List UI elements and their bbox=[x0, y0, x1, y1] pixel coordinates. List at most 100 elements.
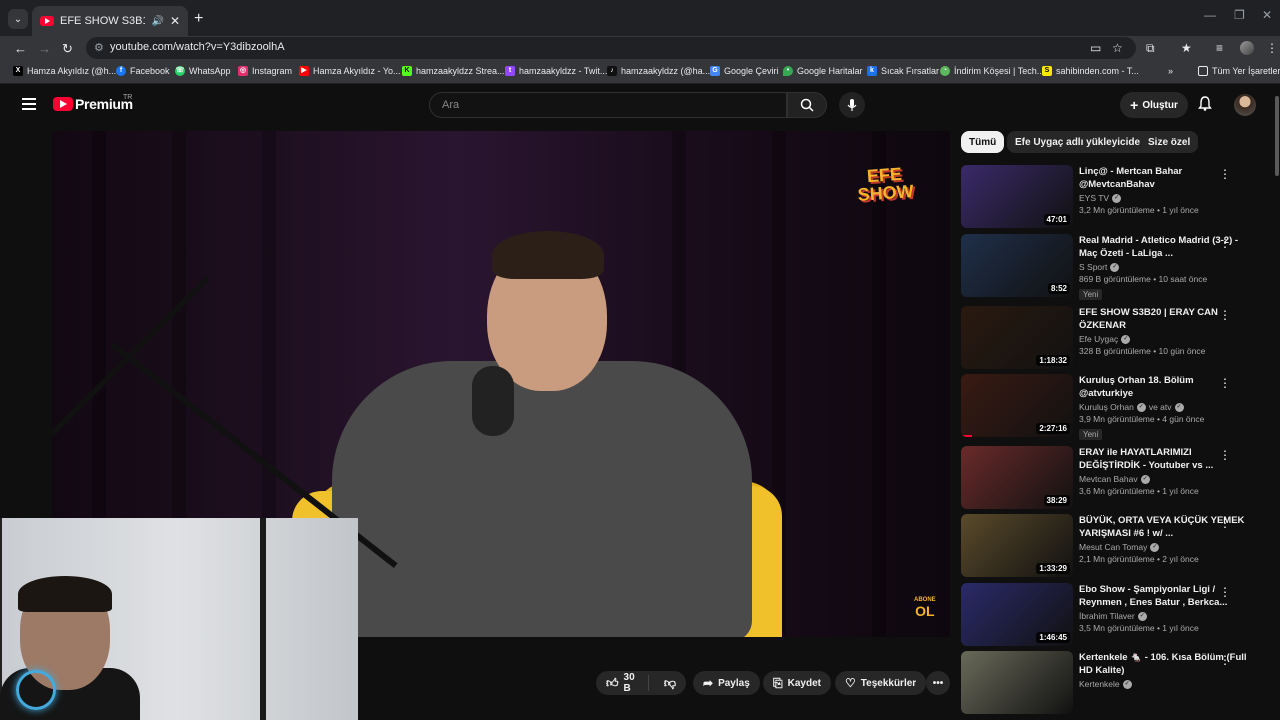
more-options-icon[interactable]: ⋮ bbox=[1219, 167, 1231, 181]
extensions-icon[interactable]: ⧉ bbox=[1146, 41, 1155, 56]
video-stats: 3,2 Mn görüntüleme • 1 yıl önce bbox=[1079, 205, 1199, 215]
recommendation-item[interactable]: 47:01 Linç@ - Mertcan Bahar @MevtcanBahav… bbox=[961, 165, 1261, 229]
address-bar[interactable]: ⚙ youtube.com/watch?v=Y3dibzoolhA ▭ ☆ bbox=[86, 37, 1136, 59]
channel-name[interactable]: Efe Uygaç bbox=[1079, 334, 1118, 344]
bookmark-item[interactable]: f Facebook bbox=[116, 66, 170, 76]
like-button[interactable]: 👍︎ 30 B bbox=[596, 672, 649, 694]
create-button[interactable]: + Oluştur bbox=[1120, 92, 1188, 118]
sahibinden-icon: S bbox=[1042, 66, 1052, 76]
scrollbar[interactable] bbox=[1273, 96, 1280, 686]
video-duration: 38:29 bbox=[1043, 495, 1070, 506]
user-avatar[interactable] bbox=[1234, 94, 1256, 116]
profile-avatar[interactable] bbox=[1240, 41, 1254, 55]
bookmark-item[interactable]: ◔ İndirim Köşesi | Tech... bbox=[940, 66, 1044, 76]
speaker-icon[interactable]: 🔊 bbox=[151, 16, 163, 27]
notifications-bell-icon[interactable] bbox=[1198, 96, 1212, 114]
bookmark-item[interactable]: ☏ WhatsApp bbox=[175, 66, 231, 76]
more-options-icon[interactable]: ⋮ bbox=[1219, 653, 1231, 667]
bookmark-item[interactable]: t hamzaakyldzz - Twit... bbox=[505, 66, 607, 76]
back-arrow-icon[interactable]: ← bbox=[14, 41, 27, 56]
video-duration: 1:33:29 bbox=[1036, 563, 1070, 574]
channel-name[interactable]: EYS TV bbox=[1079, 193, 1109, 203]
site-settings-icon[interactable]: ⚙ bbox=[94, 41, 104, 54]
forward-arrow-icon[interactable]: → bbox=[38, 41, 51, 56]
close-icon[interactable]: ✕ bbox=[170, 14, 180, 28]
bookmark-item[interactable]: ▶ Hamza Akyıldız - Yo... bbox=[299, 66, 401, 76]
video-thumbnail[interactable]: 1:46:45 bbox=[961, 583, 1073, 646]
video-thumbnail[interactable] bbox=[961, 651, 1073, 714]
youtube-icon: ▶ bbox=[299, 66, 309, 76]
channel-name[interactable]: İbrahim Tilaver bbox=[1079, 611, 1135, 621]
bookmark-item[interactable]: Ssahibinden.com - T... bbox=[1042, 66, 1139, 76]
channel-name[interactable]: Mesut Can Tomay bbox=[1079, 542, 1147, 552]
more-options-icon[interactable]: ⋮ bbox=[1219, 516, 1231, 530]
thanks-button[interactable]: ♡ Teşekkürler bbox=[835, 671, 927, 695]
bookmark-item[interactable]: X Hamza Akyıldız (@h... bbox=[13, 66, 116, 76]
restore-icon[interactable]: ❐ bbox=[1234, 8, 1245, 22]
video-thumbnail[interactable]: 38:29 bbox=[961, 446, 1073, 509]
recommendation-item[interactable]: 1:46:45 Ebo Show - Şampiyonlar Ligi / Rey… bbox=[961, 583, 1261, 647]
channel-name[interactable]: Kertenkele bbox=[1079, 679, 1120, 689]
all-bookmarks-folder[interactable]: Tüm Yer İşaretleri bbox=[1198, 66, 1280, 76]
search-button[interactable] bbox=[787, 92, 827, 118]
chip-all[interactable]: Tümü bbox=[961, 131, 1005, 153]
recommendation-item[interactable]: 38:29 ERAY ile HAYATLARIMIZI DEĞİŞTİRDİK … bbox=[961, 446, 1261, 510]
verified-check-icon: ✓ bbox=[1121, 334, 1131, 344]
search-input[interactable]: Ara bbox=[429, 92, 787, 118]
bookmark-item[interactable]: ◎ Instagram bbox=[238, 66, 292, 76]
share-button[interactable]: ➦ Paylaş bbox=[693, 671, 760, 695]
video-thumbnail[interactable]: 1:33:29 bbox=[961, 514, 1073, 577]
window-close-icon[interactable]: ✕ bbox=[1262, 8, 1272, 22]
scrollbar-thumb[interactable] bbox=[1275, 96, 1279, 176]
bookmark-item[interactable]: G Google Çeviri bbox=[710, 66, 779, 76]
minimize-icon[interactable]: — bbox=[1204, 8, 1216, 22]
channel-name[interactable]: Mevtcan Bahav bbox=[1079, 474, 1138, 484]
bookmark-item[interactable]: Khamzaakyldzz Strea... bbox=[402, 66, 505, 76]
more-options-icon[interactable]: ⋮ bbox=[1219, 376, 1231, 390]
more-options-icon[interactable]: ⋮ bbox=[1219, 308, 1231, 322]
channel-name[interactable]: S Sport bbox=[1079, 262, 1107, 272]
more-options-icon[interactable]: ⋮ bbox=[1219, 236, 1231, 250]
channel-name[interactable]: Kuruluş Orhan bbox=[1079, 402, 1134, 412]
channel-extra[interactable]: ve atv bbox=[1149, 402, 1172, 412]
bookmark-item[interactable]: k Sıcak Fırsatlar bbox=[867, 66, 939, 76]
voice-search-button[interactable] bbox=[839, 92, 865, 118]
media-controls-icon[interactable]: ≡ bbox=[1216, 41, 1223, 55]
more-actions-button[interactable]: ••• bbox=[926, 671, 950, 695]
more-options-icon[interactable]: ⋮ bbox=[1219, 585, 1231, 599]
tab-search-button[interactable]: ⌄ bbox=[8, 9, 28, 29]
search-placeholder: Ara bbox=[442, 99, 460, 111]
youtube-logo-icon[interactable] bbox=[53, 97, 73, 111]
browser-tab-active[interactable]: EFE SHOW S3B15 | MERTCA 🔊 ✕ bbox=[32, 6, 188, 36]
bookmark-label: Google Çeviri bbox=[724, 66, 779, 76]
video-thumbnail[interactable]: 8:52 bbox=[961, 234, 1073, 297]
chip-for-you[interactable]: Size özel bbox=[1140, 131, 1199, 153]
video-thumbnail[interactable]: 1:18:32 bbox=[961, 306, 1073, 369]
verified-check-icon: ✓ bbox=[1137, 611, 1147, 621]
bookmark-star-icon[interactable]: ☆ bbox=[1112, 41, 1123, 55]
thanks-heart-icon: ♡ bbox=[845, 676, 856, 690]
subscribe-watermark[interactable]: ABONE OL bbox=[914, 597, 936, 618]
like-dislike-group: 👍︎ 30 B 👎︎ bbox=[596, 671, 686, 695]
dislike-button[interactable]: 👎︎ bbox=[654, 676, 686, 691]
recommendation-item[interactable]: 2:27:16 Kuruluş Orhan 18. Bölüm @atvturki… bbox=[961, 374, 1261, 440]
recommendation-item[interactable]: 8:52 Real Madrid - Atletico Madrid (3-2) … bbox=[961, 234, 1261, 300]
cast-icon[interactable]: ▭ bbox=[1090, 41, 1101, 55]
bookmark-item[interactable]: • Google Haritalar bbox=[783, 66, 863, 76]
bookmarks-icon[interactable]: ★ bbox=[1181, 41, 1192, 55]
video-thumbnail[interactable]: 47:01 bbox=[961, 165, 1073, 228]
recommendation-item[interactable]: 1:33:29 BÜYÜK, ORTA VEYA KÜÇÜK YEMEK YARI… bbox=[961, 514, 1261, 578]
save-button[interactable]: ⎘ Kaydet bbox=[763, 671, 831, 695]
new-tab-button[interactable]: + bbox=[194, 10, 203, 28]
recommendation-item[interactable]: Kertenkele 🐁 - 106. Kısa Bölüm (Full HD … bbox=[961, 651, 1261, 715]
video-thumbnail[interactable]: 2:27:16 bbox=[961, 374, 1073, 437]
bookmarks-overflow-icon[interactable]: » bbox=[1168, 66, 1173, 76]
bookmark-item[interactable]: ♪ hamzaakyldzz (@ha... bbox=[607, 66, 710, 76]
menu-icon[interactable] bbox=[22, 98, 36, 110]
recommendation-item[interactable]: 1:18:32 EFE SHOW S3B20 | ERAY CAN ÖZKENAR… bbox=[961, 306, 1261, 370]
chip-uploader[interactable]: Efe Uygaç adlı yükleyiciden bbox=[1007, 131, 1155, 153]
more-options-icon[interactable]: ⋮ bbox=[1219, 448, 1231, 462]
reload-icon[interactable]: ↻ bbox=[62, 41, 73, 57]
menu-dots-icon[interactable]: ⋮ bbox=[1266, 41, 1278, 55]
streamer-hair bbox=[18, 576, 112, 612]
